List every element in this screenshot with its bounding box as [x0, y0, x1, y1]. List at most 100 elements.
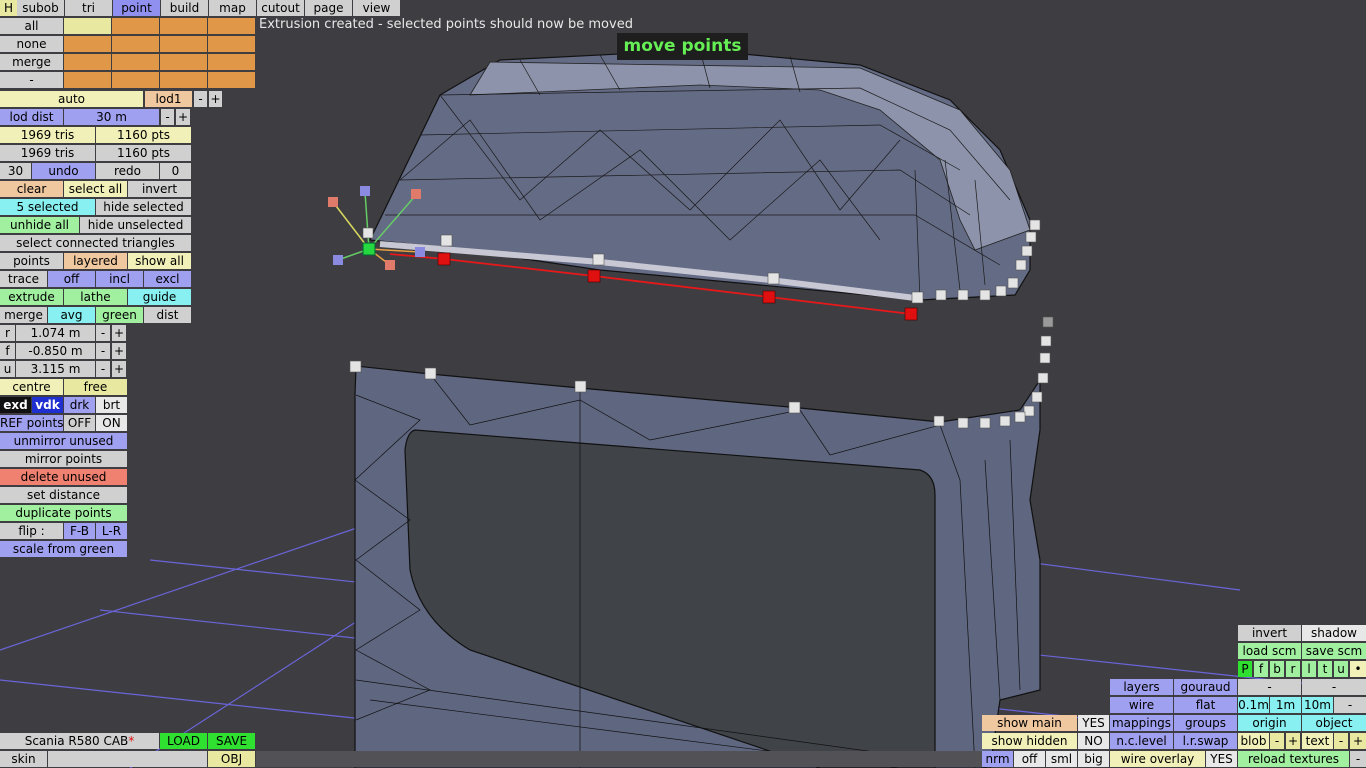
selection-slot[interactable] [64, 36, 111, 52]
selection-slot[interactable] [112, 18, 159, 34]
free-button[interactable]: free [64, 379, 127, 395]
show-all-button[interactable]: show all [128, 253, 191, 269]
view-front-button[interactable]: f [1254, 661, 1268, 677]
save-scm-button[interactable]: save scm [1302, 643, 1366, 659]
lod-level-button[interactable]: lod1 [145, 91, 192, 107]
selection-slot[interactable] [208, 18, 255, 34]
shade-vdk-button[interactable]: vdk [32, 397, 63, 413]
menu-page-tab[interactable]: page [305, 0, 352, 16]
show-main-yes[interactable]: YES [1078, 715, 1109, 731]
shade-exd-button[interactable]: exd [0, 397, 31, 413]
select-none-button[interactable]: none [0, 36, 63, 52]
selection-slot[interactable] [112, 36, 159, 52]
step-decrease-button-2[interactable]: - [1302, 679, 1366, 695]
normal-big-button[interactable]: big [1078, 751, 1109, 767]
coord-r-value[interactable]: 1.074 m [16, 325, 95, 341]
menu-subob-tab[interactable]: subob [17, 0, 64, 16]
blob-button[interactable]: blob [1238, 733, 1269, 749]
lod-dist-decrease-button[interactable]: - [161, 109, 174, 125]
selection-slot[interactable] [160, 54, 207, 70]
hide-unselected-button[interactable]: hide unselected [80, 217, 191, 233]
coord-f-increase[interactable]: + [112, 343, 126, 359]
origin-button[interactable]: origin [1238, 715, 1301, 731]
step-10m-button[interactable]: 10m [1302, 697, 1333, 713]
save-button[interactable]: SAVE [208, 733, 255, 749]
selection-slot[interactable] [208, 54, 255, 70]
flat-button[interactable]: flat [1174, 697, 1237, 713]
gouraud-button[interactable]: gouraud [1174, 679, 1237, 695]
reload-textures-button[interactable]: reload textures [1238, 751, 1349, 767]
view-top-button[interactable]: t [1318, 661, 1332, 677]
shade-brt-button[interactable]: brt [96, 397, 127, 413]
unhide-all-button[interactable]: unhide all [0, 217, 79, 233]
wire-overlay-button[interactable]: wire overlay [1110, 751, 1205, 767]
menu-map-tab[interactable]: map [209, 0, 256, 16]
subtract-selection-button[interactable]: - [0, 72, 63, 88]
redo-button[interactable]: redo [96, 163, 159, 179]
normal-sml-button[interactable]: sml [1046, 751, 1077, 767]
trace-excl-button[interactable]: excl [144, 271, 191, 287]
coord-r-decrease[interactable]: - [96, 325, 110, 341]
groups-button[interactable]: groups [1174, 715, 1237, 731]
green-button[interactable]: green [96, 307, 143, 323]
trace-off-button[interactable]: off [48, 271, 95, 287]
step-decrease-button[interactable]: - [1238, 679, 1301, 695]
menu-view-tab[interactable]: view [353, 0, 400, 16]
3d-viewport[interactable] [0, 0, 1366, 768]
lod-dist-value[interactable]: 30 m [64, 109, 159, 125]
selection-slot[interactable] [64, 72, 111, 88]
load-scm-button[interactable]: load scm [1238, 643, 1301, 659]
lr-swap-button[interactable]: l.r.swap [1174, 733, 1237, 749]
step-1m-button[interactable]: 1m [1270, 697, 1301, 713]
menu-point-tab[interactable]: point [113, 0, 160, 16]
coord-r-increase[interactable]: + [112, 325, 126, 341]
selection-slot[interactable] [112, 54, 159, 70]
menu-help-button[interactable]: H [0, 0, 17, 16]
selection-slot[interactable] [64, 54, 111, 70]
unmirror-unused-button[interactable]: unmirror unused [0, 433, 127, 449]
centre-button[interactable]: centre [0, 379, 63, 395]
undo-button[interactable]: undo [32, 163, 95, 179]
ref-off-button[interactable]: OFF [64, 415, 95, 431]
show-hidden-button[interactable]: show hidden [982, 733, 1077, 749]
shadow-button[interactable]: shadow [1302, 625, 1366, 641]
text-button[interactable]: text [1302, 733, 1333, 749]
blob-increase[interactable]: + [1286, 733, 1300, 749]
mirror-points-button[interactable]: mirror points [0, 451, 127, 467]
coord-f-value[interactable]: -0.850 m [16, 343, 95, 359]
select-all-points-button[interactable]: select all [64, 181, 127, 197]
hide-selected-button[interactable]: hide selected [96, 199, 191, 215]
show-main-button[interactable]: show main [982, 715, 1077, 731]
flip-fb-button[interactable]: F-B [64, 523, 95, 539]
coord-u-value[interactable]: 3.115 m [16, 361, 95, 377]
extrude-button[interactable]: extrude [0, 289, 63, 305]
selection-slot[interactable] [160, 18, 207, 34]
nc-level-button[interactable]: n.c.level [1110, 733, 1173, 749]
selection-slot[interactable] [160, 72, 207, 88]
wire-button[interactable]: wire [1110, 697, 1173, 713]
lod-increase-button[interactable]: + [209, 91, 222, 107]
flip-lr-button[interactable]: L-R [96, 523, 127, 539]
step-01m-button[interactable]: 0.1m [1238, 697, 1269, 713]
step-minus-button[interactable]: - [1334, 697, 1366, 713]
ref-on-button[interactable]: ON [96, 415, 127, 431]
select-all-button[interactable]: all [0, 18, 63, 34]
normal-nrm-button[interactable]: nrm [982, 751, 1013, 767]
reload-minus-button[interactable]: - [1350, 751, 1366, 767]
trace-incl-button[interactable]: incl [96, 271, 143, 287]
merge-selection-button[interactable]: merge [0, 54, 63, 70]
view-right-button[interactable]: r [1286, 661, 1300, 677]
blob-decrease[interactable]: - [1270, 733, 1284, 749]
view-p-button[interactable]: P [1238, 661, 1252, 677]
avg-button[interactable]: avg [48, 307, 95, 323]
lod-decrease-button[interactable]: - [194, 91, 207, 107]
invert-view-button[interactable]: invert [1238, 625, 1301, 641]
set-distance-button[interactable]: set distance [0, 487, 127, 503]
shade-drk-button[interactable]: drk [64, 397, 95, 413]
model-name-field[interactable]: Scania R580 CAB* [0, 733, 159, 749]
clear-selection-button[interactable]: clear [0, 181, 63, 197]
coord-u-decrease[interactable]: - [96, 361, 110, 377]
selection-slot[interactable] [208, 72, 255, 88]
points-button[interactable]: points [0, 253, 63, 269]
layered-button[interactable]: layered [64, 253, 127, 269]
